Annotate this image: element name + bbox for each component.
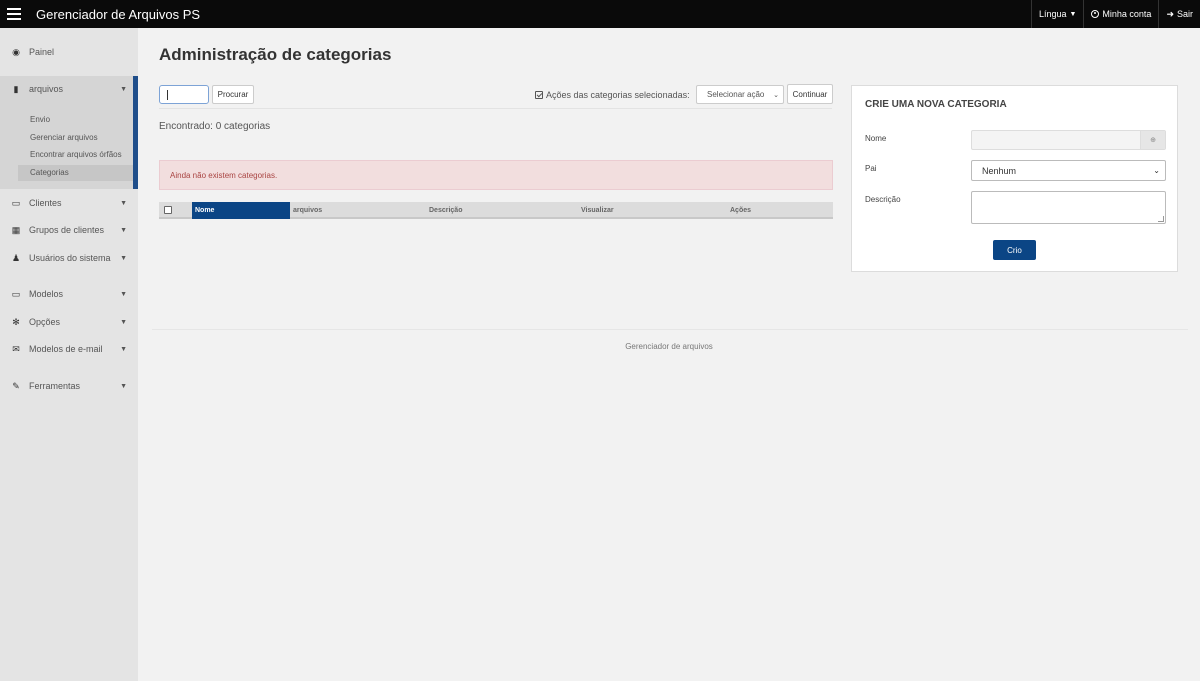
sidebar-item-label: Modelos [29, 289, 64, 299]
users-icon: ♟ [11, 252, 21, 263]
gear-icon: ✻ [12, 316, 20, 327]
sidebar-item-system-users[interactable]: ♟ Usuários do sistema ▼ [0, 247, 138, 269]
categories-table-header: Nome arquivos Descrição Visualizar Ações [159, 202, 833, 219]
top-right-nav: Língua ▼ Minha conta ➜ Sair [1030, 0, 1200, 28]
column-header-description[interactable]: Descrição [426, 202, 578, 219]
th-large-icon: ▦ [11, 224, 21, 235]
sidebar-sub-orphan-files[interactable]: Encontrar arquivos órfãos [30, 150, 122, 159]
caret-down-icon: ▼ [120, 85, 127, 93]
bulk-action-select[interactable]: Selecionar ação ⌄ [696, 85, 784, 104]
file-icon: ▮ [13, 83, 19, 94]
sidebar-item-dashboard[interactable]: ◉ Painel [0, 41, 138, 63]
description-label: Descrição [865, 195, 901, 204]
sidebar-item-label: Opções [29, 317, 61, 327]
top-navbar: Gerenciador de Arquivos PS Língua ▼ Minh… [0, 0, 1200, 28]
search-button[interactable]: Procurar [212, 85, 254, 104]
logout-label: Sair [1176, 9, 1193, 19]
chevron-down-icon: ⌄ [773, 91, 779, 99]
panel-title: CRIE UMA NOVA CATEGORIA [865, 99, 1007, 110]
parent-select-value: Nenhum [982, 165, 1017, 176]
caret-down-icon: ▼ [120, 199, 127, 207]
sidebar-item-client-groups[interactable]: ▦ Grupos de clientes ▼ [0, 219, 138, 241]
caret-down-icon: ▼ [120, 382, 127, 390]
column-header-actions: Ações [730, 207, 752, 214]
bulk-actions-label: Ações das categorias selecionadas: [535, 90, 690, 100]
caret-down-icon: ▼ [120, 254, 127, 262]
alert-text: Ainda não existem categorias. [170, 170, 278, 180]
address-card-icon: ▭ [11, 197, 21, 208]
main-content: Administração de categorias Procurar Açõ… [138, 28, 1200, 681]
sidebar-item-label: Grupos de clientes [29, 225, 105, 235]
new-category-panel: CRIE UMA NOVA CATEGORIA Nome ⊕ Pai Nenhu… [851, 85, 1178, 272]
my-account-label: Minha conta [1102, 9, 1152, 19]
select-all-checkbox[interactable] [164, 206, 172, 214]
sidebar-item-clients[interactable]: ▭ Clientes ▼ [0, 192, 138, 214]
sidebar-item-label: Painel [29, 47, 55, 57]
sidebar-item-templates[interactable]: ▭ Modelos ▼ [0, 283, 138, 305]
parent-select[interactable]: Nenhum ⌄ [971, 160, 1166, 181]
parent-label: Pai [865, 164, 877, 173]
name-addon-icon: ⊕ [1140, 131, 1165, 149]
app-title[interactable]: Gerenciador de Arquivos PS [36, 7, 200, 22]
sidebar-item-label: Modelos de e-mail [29, 344, 103, 354]
sidebar-item-label: arquivos [29, 84, 64, 94]
create-category-button[interactable]: Crio [993, 240, 1036, 260]
caret-down-icon: ▼ [120, 318, 127, 326]
sidebar: ◉ Painel ▮ arquivos ▼ Envio Gerenciar ar… [0, 28, 138, 681]
search-input[interactable] [159, 85, 209, 104]
sidebar-item-label: Clientes [29, 198, 62, 208]
caret-down-icon: ▼ [120, 290, 127, 298]
language-menu[interactable]: Língua ▼ [1030, 0, 1083, 28]
caret-down-icon: ▼ [120, 345, 127, 353]
column-header-view[interactable]: Visualizar [578, 202, 727, 219]
dashboard-icon: ◉ [12, 46, 20, 57]
page-title: Administração de categorias [159, 45, 392, 64]
sidebar-item-email-templates[interactable]: ✉ Modelos de e-mail ▼ [0, 338, 138, 360]
sidebar-item-options[interactable]: ✻ Opções ▼ [0, 311, 138, 333]
continue-button[interactable]: Continuar [787, 84, 833, 104]
envelope-icon: ✉ [12, 343, 20, 354]
sidebar-sub-categories[interactable]: Categorias [30, 168, 69, 177]
sidebar-item-label: Usuários do sistema [29, 253, 111, 263]
my-account-link[interactable]: Minha conta [1083, 0, 1158, 28]
caret-down-icon: ▼ [1069, 10, 1077, 18]
footer-text: Gerenciador de arquivos [625, 342, 713, 351]
sidebar-item-files[interactable]: ▮ arquivos ▼ [0, 78, 138, 100]
name-field[interactable]: ⊕ [971, 130, 1166, 150]
bulk-actions-text: Ações das categorias selecionadas: [546, 90, 690, 100]
empty-alert: Ainda não existem categorias. [159, 160, 833, 190]
wrench-icon: ✎ [12, 380, 20, 391]
sidebar-sub-manage-files[interactable]: Gerenciar arquivos [30, 133, 98, 142]
sign-out-icon: ➜ [1166, 8, 1174, 19]
sidebar-sub-upload[interactable]: Envio [30, 115, 50, 124]
caret-down-icon: ▼ [120, 226, 127, 234]
results-count: Encontrado: 0 categorias [159, 121, 271, 132]
user-circle-icon [1091, 10, 1100, 18]
language-label: Língua [1038, 9, 1067, 19]
column-header-name[interactable]: Nome [192, 202, 290, 219]
logout-link[interactable]: ➜ Sair [1158, 0, 1200, 28]
menu-toggle-icon[interactable] [0, 0, 28, 28]
name-label: Nome [865, 134, 887, 143]
desktop-icon: ▭ [11, 288, 21, 299]
bulk-action-select-value: Selecionar ação [707, 90, 765, 99]
sidebar-item-label: Ferramentas [29, 381, 81, 391]
check-square-icon [535, 91, 543, 99]
chevron-down-icon: ⌄ [1153, 166, 1160, 175]
sidebar-item-tools[interactable]: ✎ Ferramentas ▼ [0, 375, 138, 397]
footer-divider [152, 329, 1188, 330]
description-textarea[interactable] [971, 191, 1166, 224]
divider [159, 108, 832, 109]
column-header-files[interactable]: arquivos [290, 202, 426, 219]
